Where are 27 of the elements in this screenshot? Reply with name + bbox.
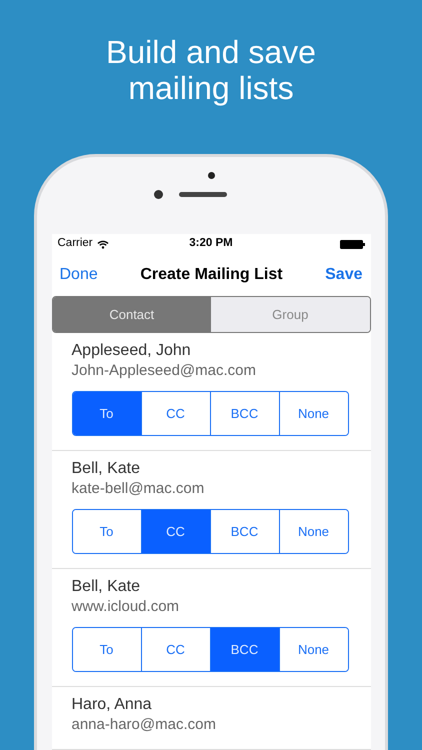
contact-email: anna-haro@mac.com [72,715,217,735]
tab[interactable]: Contact [52,297,211,332]
sensor-icon [208,172,215,179]
battery-icon [340,240,364,248]
wifi-icon [96,240,109,248]
tab[interactable]: Group [211,297,370,332]
contact-email: kate-bell@mac.com [72,479,206,499]
recipient-option[interactable]: None [278,510,348,553]
nav-title: Create Mailing List [140,265,283,285]
recipient-option[interactable]: None [278,392,348,435]
camera-icon [154,190,163,199]
contact-email: www.icloud.com [72,597,180,617]
status-time: 3:20 PM [189,236,233,252]
contact-name: Bell, Kate [72,577,141,597]
contact-name: Haro, Anna [72,695,153,715]
headline: Build and save mailing lists [105,34,317,106]
recipient-option[interactable]: CC [140,510,210,553]
recipient-option[interactable]: To [72,392,140,435]
contact-name: Appleseed, John [72,341,192,361]
speaker-icon [179,192,227,197]
contact-name: Bell, Kate [72,459,141,479]
save-button[interactable]: Save [325,263,362,287]
recipient-option[interactable]: None [278,628,348,671]
done-button[interactable]: Done [60,263,98,287]
carrier-label: Carrier [58,236,93,252]
recipient-option[interactable]: BCC [210,628,278,671]
contact-email: John-Appleseed@mac.com [72,361,257,381]
